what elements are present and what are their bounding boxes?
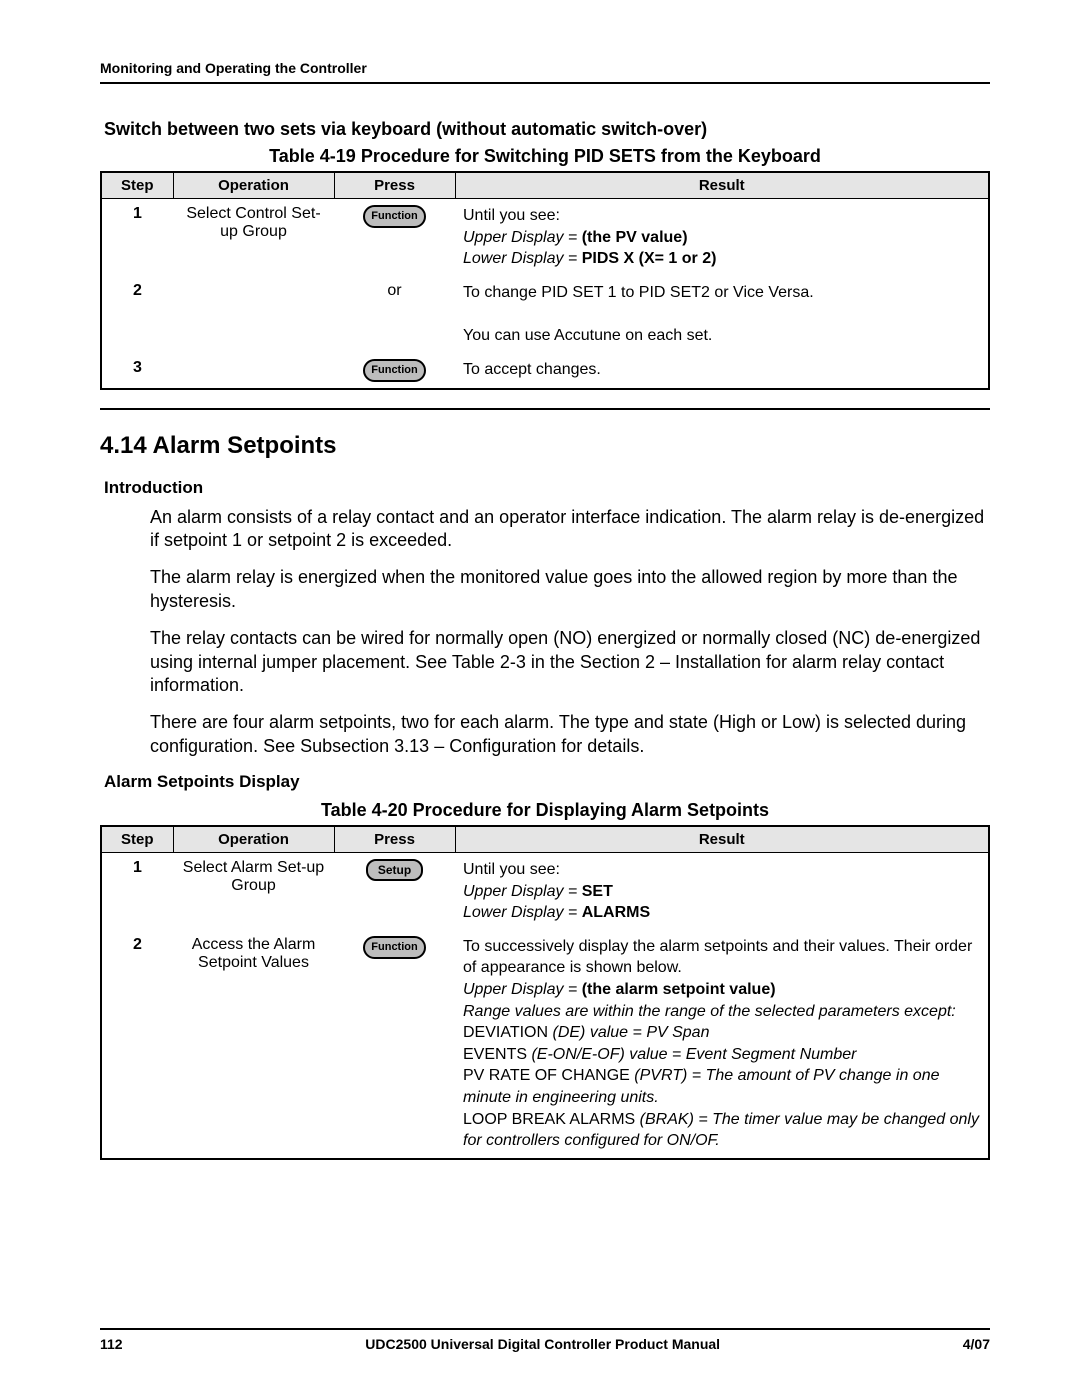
result-deviation-value: (DE) value = PV Span [553, 1024, 710, 1041]
result-text: To accept changes. [463, 361, 601, 378]
step-number: 2 [133, 936, 142, 953]
operation-text: Access the Alarm Setpoint Values [192, 936, 316, 971]
table-row: 3 Function To accept changes. [101, 353, 989, 389]
result-upper-label: Upper Display = [463, 883, 582, 900]
table-4-20: Step Operation Press Result 1 Select Ala… [100, 825, 990, 1160]
introduction-body: An alarm consists of a relay contact and… [100, 506, 990, 759]
page-number: 112 [100, 1336, 123, 1352]
th-step: Step [101, 172, 173, 199]
step-number: 2 [133, 282, 142, 299]
result-lower-value: PIDS X [582, 250, 634, 267]
switch-sets-heading: Switch between two sets via keyboard (wi… [104, 119, 990, 140]
setup-key-icon: Setup [366, 859, 423, 881]
function-key-icon: Function [363, 936, 425, 959]
table-row: 1 Select Alarm Set-up Group Setup Until … [101, 853, 989, 930]
function-key-icon: Function [363, 205, 425, 228]
th-operation: Operation [173, 172, 334, 199]
page-footer: 112 UDC2500 Universal Digital Controller… [100, 1328, 990, 1352]
table-row: 2 or To change PID SET 1 to PID SET2 or … [101, 276, 989, 353]
result-text: Until you see: [463, 861, 560, 878]
result-upper-value: (the PV value) [582, 229, 688, 246]
result-lower-value: ALARMS [582, 904, 650, 921]
result-deviation-label: DEVIATION [463, 1024, 553, 1041]
running-header: Monitoring and Operating the Controller [100, 60, 990, 84]
section-divider [100, 408, 990, 410]
step-number: 1 [133, 205, 142, 222]
footer-date: 4/07 [963, 1336, 990, 1352]
result-pvrate-label: PV RATE OF CHANGE [463, 1067, 634, 1084]
alarm-display-heading: Alarm Setpoints Display [104, 772, 990, 792]
result-events-label: EVENTS [463, 1046, 531, 1063]
result-upper-label: Upper Display = [463, 229, 582, 246]
result-upper-value: SET [582, 883, 613, 900]
result-text: You can use Accutune on each set. [463, 327, 712, 344]
result-loopbreak-label: LOOP BREAK ALARMS [463, 1111, 640, 1128]
result-lower-label: Lower Display = [463, 250, 582, 267]
step-number: 1 [133, 859, 142, 876]
section-4-14-title: 4.14 Alarm Setpoints [100, 432, 990, 460]
th-step: Step [101, 826, 173, 853]
step-number: 3 [133, 359, 142, 376]
table-4-19: Step Operation Press Result 1 Select Con… [100, 171, 990, 390]
result-upper-label: Upper Display = [463, 981, 582, 998]
th-press: Press [334, 172, 455, 199]
th-result: Result [455, 172, 989, 199]
result-text: To successively display the alarm setpoi… [463, 938, 972, 977]
table-row: 1 Select Control Set-up Group Function U… [101, 199, 989, 276]
intro-paragraph: The alarm relay is energized when the mo… [100, 566, 990, 613]
table-4-19-caption: Table 4-19 Procedure for Switching PID S… [100, 146, 990, 167]
result-text: Until you see: [463, 207, 560, 224]
intro-paragraph: The relay contacts can be wired for norm… [100, 627, 990, 697]
footer-title: UDC2500 Universal Digital Controller Pro… [365, 1336, 720, 1352]
intro-paragraph: There are four alarm setpoints, two for … [100, 711, 990, 758]
result-lower-extra: (X= 1 or 2) [639, 250, 717, 267]
result-range-note: Range values are within the range of the… [463, 1003, 956, 1020]
function-key-icon: Function [363, 359, 425, 382]
introduction-heading: Introduction [104, 478, 990, 498]
result-text: To change PID SET 1 to PID SET2 or Vice … [463, 284, 814, 301]
intro-paragraph: An alarm consists of a relay contact and… [100, 506, 990, 553]
table-row: 2 Access the Alarm Setpoint Values Funct… [101, 930, 989, 1159]
result-events-value: (E-ON/E-OF) value = Event Segment Number [531, 1046, 856, 1063]
th-operation: Operation [173, 826, 334, 853]
press-or-text: or [387, 282, 401, 299]
th-press: Press [334, 826, 455, 853]
operation-text: Select Alarm Set-up Group [183, 859, 324, 894]
result-upper-value: (the alarm setpoint value) [582, 981, 776, 998]
result-lower-label: Lower Display = [463, 904, 582, 921]
operation-text: Select Control Set-up Group [186, 205, 320, 240]
table-4-20-caption: Table 4-20 Procedure for Displaying Alar… [100, 800, 990, 821]
th-result: Result [455, 826, 989, 853]
